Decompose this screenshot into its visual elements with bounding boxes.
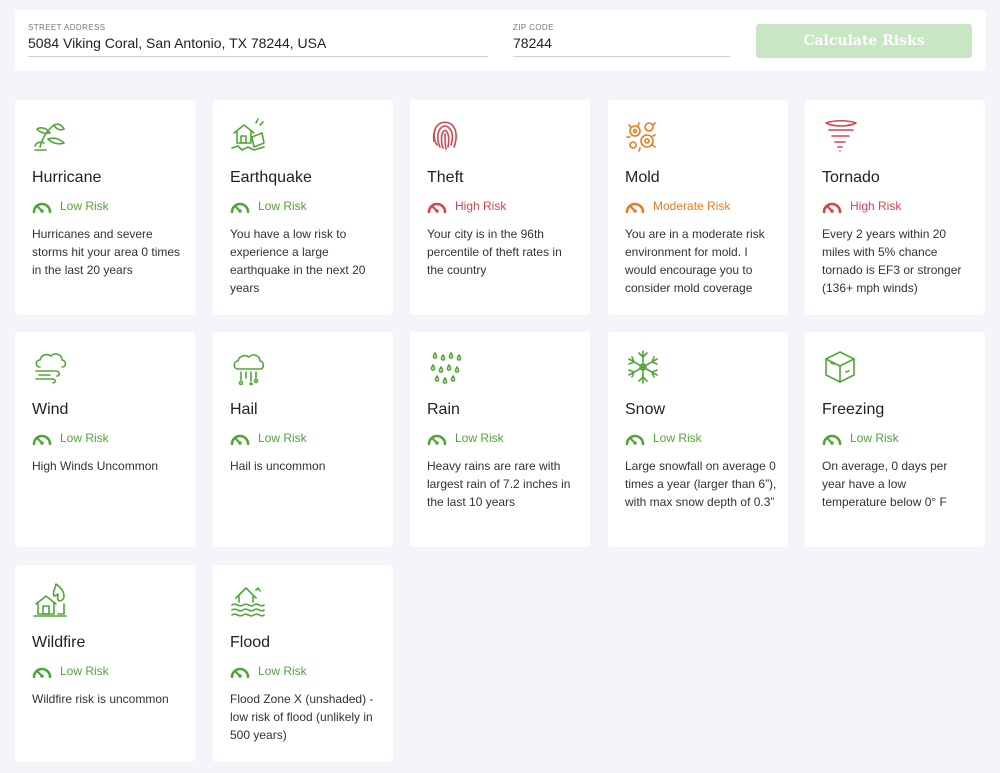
risk-card-title: Earthquake: [230, 169, 312, 186]
risk-level: Low Risk: [32, 199, 109, 213]
risk-level: Low Risk: [230, 199, 307, 213]
flood-house-icon: [230, 582, 266, 618]
risk-description: You have a low risk to experience a larg…: [230, 227, 366, 295]
wildfire-house-icon: [32, 582, 68, 618]
gauge-icon: [427, 202, 447, 213]
risk-description: Your city is in the 96th percentile of t…: [427, 227, 562, 277]
risk-card-tornado: Tornado High Risk Every 2 years within 20 …: [805, 100, 985, 315]
ice-cube-icon: [822, 349, 858, 385]
risk-card-mold: Mold Moderate Risk You are in a moderate r…: [608, 100, 788, 315]
risk-card-title: Rain: [427, 401, 460, 418]
risk-card-freezing: Freezing Low Risk On average, 0 days per y…: [805, 332, 985, 547]
zip-code-label: ZIP CODE: [513, 23, 554, 32]
risk-level-label: Low Risk: [258, 664, 307, 678]
gauge-icon: [822, 434, 842, 445]
risk-card-title: Mold: [625, 169, 660, 186]
risk-level: Moderate Risk: [625, 199, 730, 213]
risk-description: Every 2 years within 20 miles with 5% ch…: [822, 227, 962, 295]
risk-card-title: Flood: [230, 634, 271, 651]
gauge-icon: [822, 202, 842, 213]
risk-level-label: Low Risk: [60, 199, 109, 213]
risk-description: You are in a moderate risk environment f…: [625, 227, 765, 295]
gauge-icon: [32, 434, 52, 445]
street-address-label: STREET ADDRESS: [28, 23, 106, 32]
risk-level: Low Risk: [32, 431, 109, 445]
risk-level: Low Risk: [230, 664, 307, 678]
risk-level: High Risk: [427, 199, 506, 213]
calculate-risks-button[interactable]: Calculate Risks: [756, 24, 972, 58]
risk-level-label: Low Risk: [258, 431, 307, 445]
risk-card-theft: Theft High Risk Your city is in the 96th p…: [410, 100, 590, 315]
risk-card-wildfire: Wildfire Low Risk Wildfire risk is uncommo…: [15, 565, 195, 762]
risk-level-label: High Risk: [850, 199, 902, 213]
risk-level-label: Moderate Risk: [653, 199, 731, 213]
risk-description: Heavy rains are rare with largest rain o…: [427, 459, 571, 509]
risk-level-label: Low Risk: [60, 664, 109, 678]
risk-card-title: Freezing: [822, 401, 885, 418]
gauge-icon: [32, 202, 52, 213]
risk-description: Hail is uncommon: [230, 459, 326, 473]
gauge-icon: [230, 434, 250, 445]
risk-level-label: Low Risk: [850, 431, 899, 445]
risk-level: High Risk: [822, 199, 901, 213]
rain-drops-icon: [427, 349, 463, 385]
risk-card-title: Hail: [230, 401, 258, 418]
gauge-icon: [230, 202, 250, 213]
gauge-icon: [32, 667, 52, 678]
risk-card-hail: Hail Low Risk Hail is uncommon: [213, 332, 393, 547]
risk-card-title: Tornado: [822, 169, 880, 186]
risk-level: Low Risk: [822, 431, 899, 445]
street-address-input[interactable]: [28, 33, 488, 57]
risk-description: Wildfire risk is uncommon: [32, 692, 169, 706]
fingerprint-icon: [427, 117, 463, 153]
street-address-field: STREET ADDRESS: [28, 23, 488, 57]
risk-level: Low Risk: [625, 431, 702, 445]
risk-level-label: Low Risk: [258, 199, 307, 213]
gauge-icon: [625, 434, 645, 445]
tornado-icon: [822, 117, 858, 153]
risk-card-wind: Wind Low Risk High Winds Uncommon: [15, 332, 195, 547]
risk-description: Flood Zone X (unshaded) - low risk of fl…: [230, 692, 374, 742]
risk-level-label: Low Risk: [653, 431, 702, 445]
risk-description: On average, 0 days per year have a low t…: [822, 459, 948, 509]
risk-card-earthquake: Earthquake Low Risk You have a low risk to…: [213, 100, 393, 315]
risk-card-title: Theft: [427, 169, 464, 186]
risk-card-title: Wind: [32, 401, 69, 418]
zip-code-input[interactable]: [513, 33, 730, 57]
mold-icon: [625, 117, 661, 153]
risk-description: Hurricanes and severe storms hit your ar…: [32, 227, 181, 277]
gauge-icon: [230, 667, 250, 678]
risk-level: Low Risk: [427, 431, 504, 445]
risk-level-label: High Risk: [455, 199, 507, 213]
risk-card-flood: Flood Low Risk Flood Zone X (unshaded) - l…: [213, 565, 393, 762]
gauge-icon: [625, 202, 645, 213]
address-form: STREET ADDRESS ZIP CODE Calculate Risks: [15, 10, 986, 71]
hurricane-icon: [32, 117, 68, 153]
earthquake-icon: [230, 117, 266, 153]
wind-cloud-icon: [32, 349, 68, 385]
risk-description: High Winds Uncommon: [32, 459, 159, 473]
hail-cloud-icon: [230, 349, 266, 385]
risk-level-label: Low Risk: [60, 431, 109, 445]
risk-card-title: Hurricane: [32, 169, 102, 186]
risk-card-hurricane: Hurricane Low Risk Hurricanes and severe s…: [15, 100, 195, 315]
risk-card-title: Wildfire: [32, 634, 86, 651]
risk-level: Low Risk: [230, 431, 307, 445]
risk-level: Low Risk: [32, 664, 109, 678]
risk-card-snow: Snow Low Risk Large snowfall on average 0 …: [608, 332, 788, 547]
risk-description: Large snowfall on average 0 times a year…: [625, 459, 777, 509]
risk-level-label: Low Risk: [455, 431, 504, 445]
risk-card-rain: Rain Low Risk Heavy rains are rare with la…: [410, 332, 590, 547]
zip-code-field: ZIP CODE: [513, 23, 730, 57]
snowflake-icon: [625, 349, 661, 385]
risk-card-title: Snow: [625, 401, 666, 418]
gauge-icon: [427, 434, 447, 445]
